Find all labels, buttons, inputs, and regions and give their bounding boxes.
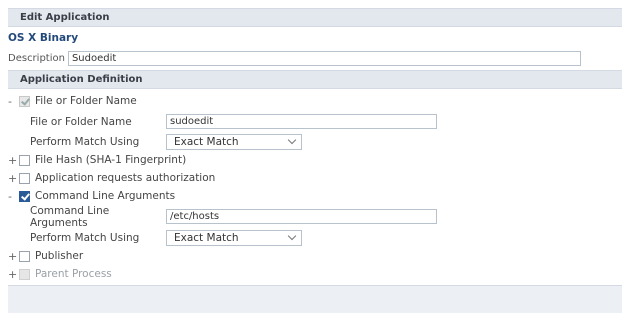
description-row: Description [8,50,622,67]
authorization-checkbox[interactable] [19,172,30,184]
cmdline-match-row: Perform Match Using Exact Match [30,229,302,246]
criteria-parent-process: + Parent Process [8,266,112,282]
file-hash-checkbox[interactable] [19,154,30,166]
command-line-checkbox[interactable] [19,190,30,202]
application-type-title: OS X Binary [8,32,79,44]
description-input[interactable] [67,51,581,66]
criteria-label: Parent Process [35,268,112,280]
criteria-label: Publisher [35,250,84,262]
description-label: Description [8,53,65,64]
expand-toggle[interactable]: + [8,172,17,185]
publisher-checkbox[interactable] [19,250,30,262]
collapse-toggle[interactable]: - [8,190,16,203]
edit-application-panel: Edit Application OS X Binary Description… [0,0,624,313]
command-line-input[interactable] [166,209,437,224]
chevron-down-icon [287,231,297,241]
expand-toggle[interactable]: + [8,154,17,167]
field-label: Command Line Arguments [30,204,110,229]
criteria-label: File Hash (SHA-1 Fingerprint) [35,154,187,166]
folder-match-select[interactable]: Exact Match [166,133,302,150]
field-label: Perform Match Using [30,135,140,148]
panel-title: Edit Application [20,12,110,23]
criteria-label: Command Line Arguments [35,190,176,202]
field-label: Perform Match Using [30,231,140,244]
section-title: Application Definition [20,74,143,85]
expand-toggle[interactable]: + [8,268,17,281]
folder-match-row: Perform Match Using Exact Match [30,133,302,150]
panel-header: Edit Application [8,8,622,27]
panel-footer [8,285,622,313]
section-header: Application Definition [8,70,622,89]
file-or-folder-field-row: File or Folder Name [30,113,437,130]
command-line-field-row: Command Line Arguments [30,205,437,229]
criteria-label: File or Folder Name [35,95,137,107]
file-or-folder-checkbox[interactable] [19,95,30,107]
criteria-file-or-folder: - File or Folder Name [8,93,137,109]
field-label: File or Folder Name [30,115,132,128]
criteria-command-line: - Command Line Arguments [8,188,175,204]
select-value: Exact Match [174,231,239,244]
cmdline-match-select[interactable]: Exact Match [166,229,302,246]
select-value: Exact Match [174,135,239,148]
criteria-file-hash: + File Hash (SHA-1 Fingerprint) [8,152,186,168]
expand-toggle[interactable]: + [8,250,17,263]
criteria-publisher: + Publisher [8,248,83,264]
criteria-label: Application requests authorization [35,172,216,184]
parent-process-checkbox [19,268,30,280]
chevron-down-icon [287,135,297,145]
collapse-toggle[interactable]: - [8,95,16,108]
criteria-authorization: + Application requests authorization [8,170,215,186]
file-or-folder-input[interactable] [166,114,437,129]
